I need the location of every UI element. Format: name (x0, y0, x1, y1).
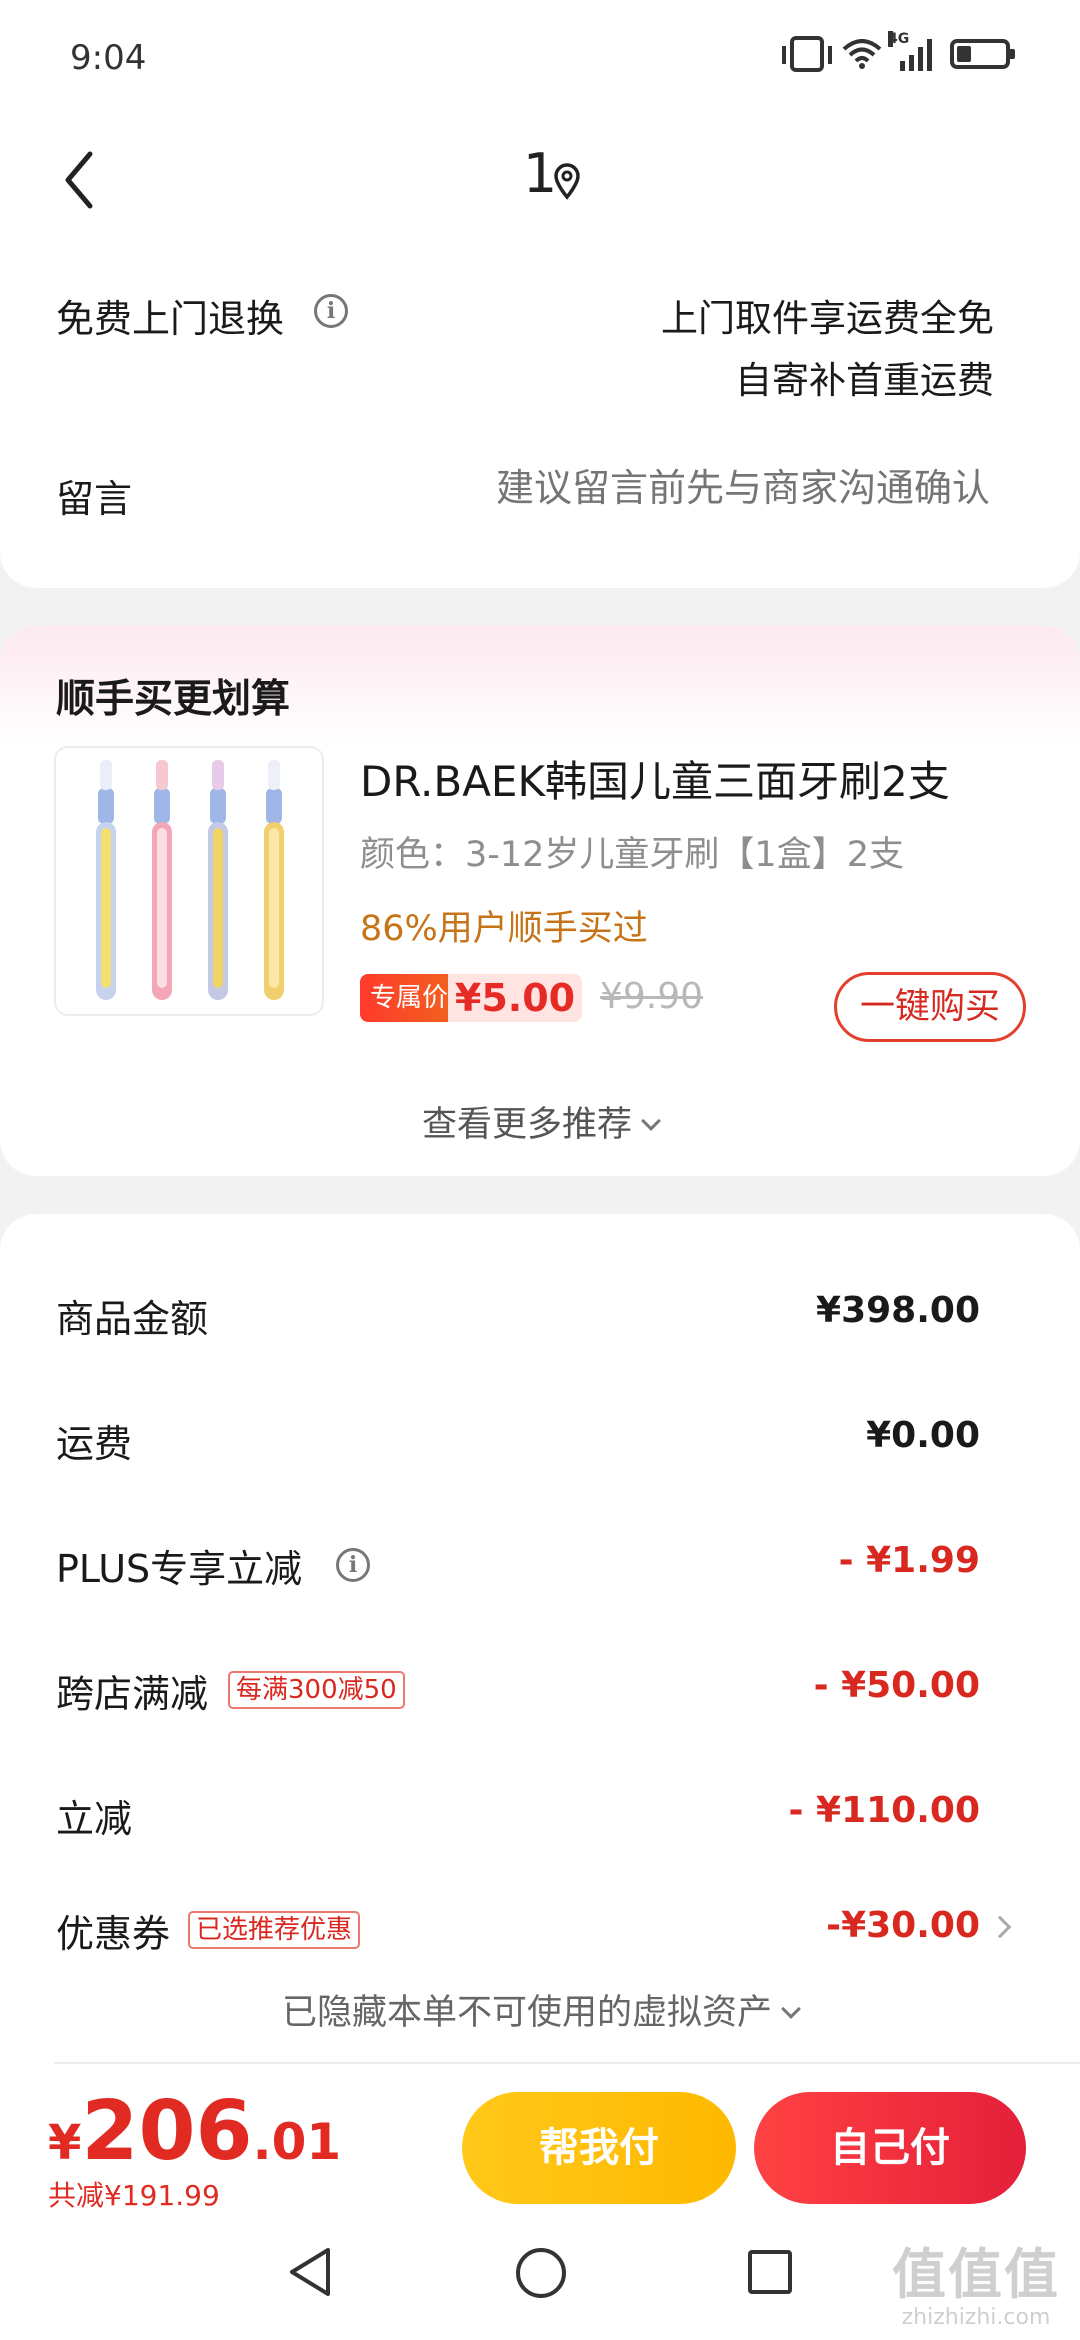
location-pin-icon (554, 163, 580, 200)
checkout-bar: ¥206.01 共减¥191.99 帮我付 自己付 (0, 2074, 1080, 2214)
fee-value: - ¥110.00 (788, 1790, 980, 1831)
toothbrush-1 (96, 760, 116, 1000)
product-spec: 颜色：3-12岁儿童牙刷【1盒】2支 (360, 835, 904, 875)
watermark: 值值值 zhizhizhi.com (892, 2230, 1060, 2330)
recommend-card: 顺手买更划算 DR.BAEK韩国儿童三面牙刷2支 颜色：3-12岁儿童牙刷【1盒… (0, 626, 1080, 1176)
more-recommend-label: 查看更多推荐 (421, 1105, 632, 1145)
divider (54, 2062, 1080, 2064)
currency-symbol: ¥ (48, 2115, 82, 2171)
price-badge: 专属价 (360, 974, 459, 1022)
hidden-assets-toggle[interactable]: 已隐藏本单不可使用的虚拟资产 (0, 1984, 1080, 2035)
toothbrush-2 (152, 760, 172, 1000)
service-card: 免费上门退换 i 上门取件享运费全免 自寄补首重运费 留言 (0, 240, 1080, 588)
fee-row-coupon[interactable]: 优惠券 已选推荐优惠 -¥30.00 (56, 1903, 1012, 1963)
total-saved: 共减¥191.99 (48, 2179, 220, 2212)
free-return-detail: 上门取件享运费全免 自寄补首重运费 (661, 288, 994, 412)
toothbrush-3 (208, 760, 228, 1000)
status-time: 9:04 (70, 38, 147, 78)
coupon-tag: 已选推荐优惠 (188, 1911, 361, 1949)
nav-recent-apps-icon[interactable] (748, 2250, 792, 2294)
page-title: 1 (522, 142, 558, 205)
toothbrush-image (96, 760, 284, 1000)
total-price: ¥206.01 (48, 2084, 341, 2179)
one-click-buy-button[interactable]: 一键购买 (834, 972, 1026, 1042)
info-icon[interactable]: i (336, 1548, 370, 1582)
total-decimal: .01 (252, 2113, 342, 2171)
battery-icon (950, 39, 1015, 69)
message-input[interactable] (370, 468, 990, 511)
free-return-label: 免费上门退换 (56, 297, 285, 341)
total-integer: 206 (81, 2084, 253, 2179)
status-bar: 9:04 4G (0, 0, 1080, 120)
chevron-down-icon (641, 1111, 661, 1131)
fee-label: 优惠券 (56, 1912, 171, 1956)
status-icons: 4G (782, 31, 1015, 72)
fee-row-instant: 立减 - ¥110.00 (56, 1788, 980, 1848)
info-icon[interactable]: i (314, 294, 348, 328)
self-pay-button[interactable]: 自己付 (754, 2092, 1026, 2204)
chevron-down-icon (781, 1999, 801, 2019)
hidden-assets-label: 已隐藏本单不可使用的虚拟资产 (281, 1993, 772, 2033)
fee-value: ¥0.00 (866, 1415, 980, 1456)
network-type: 4G (888, 31, 910, 47)
chevron-right-icon (988, 1915, 1012, 1939)
fee-value: - ¥50.00 (813, 1665, 980, 1706)
signal-icon: 4G (888, 31, 932, 71)
free-return-line2: 自寄补首重运费 (735, 359, 994, 402)
product-name[interactable]: DR.BAEK韩国儿童三面牙刷2支 (360, 748, 950, 809)
free-return-line1: 上门取件享运费全免 (661, 297, 994, 340)
fee-label: PLUS专享立减 (56, 1547, 303, 1591)
fee-row-cross-store: 跨店满减 每满300减50 - ¥50.00 (56, 1663, 980, 1723)
discount-tag: 每满300减50 (228, 1671, 405, 1709)
nav-back-icon[interactable] (286, 2244, 334, 2300)
product-price: ¥5.00 (448, 974, 582, 1022)
fee-label: 运费 (56, 1422, 133, 1466)
more-recommend-link[interactable]: 查看更多推荐 (0, 1096, 1080, 1147)
system-nav-bar: 值值值 zhizhizhi.com (0, 2214, 1080, 2340)
watermark-url: zhizhizhi.com (901, 2305, 1051, 2330)
fee-value: -¥30.00 (826, 1905, 980, 1946)
fee-row-shipping: 运费 ¥0.00 (56, 1413, 980, 1473)
watermark-logo: 值值值 (892, 2243, 1060, 2306)
product-image[interactable] (54, 746, 324, 1016)
fee-row-plus: PLUS专享立减 i - ¥1.99 (56, 1538, 980, 1598)
recommend-title: 顺手买更划算 (56, 677, 291, 722)
nav-home-icon[interactable] (516, 2248, 566, 2298)
wifi-icon (842, 39, 882, 69)
fee-value: ¥398.00 (816, 1290, 980, 1331)
fee-card: 商品金额 ¥398.00 运费 ¥0.00 PLUS专享立减 i - ¥1.99… (0, 1214, 1080, 2074)
fee-label: 商品金额 (56, 1297, 209, 1341)
fee-label: 跨店满减 (56, 1672, 209, 1716)
vibrate-icon (782, 36, 832, 72)
toothbrush-4 (264, 760, 284, 1000)
fee-label: 立减 (56, 1797, 133, 1841)
header: 1 (0, 120, 1080, 240)
message-label: 留言 (56, 477, 133, 521)
fee-value: - ¥1.99 (838, 1540, 980, 1581)
original-price: ¥9.90 (600, 976, 704, 1017)
social-proof: 86%用户顺手买过 (360, 909, 648, 949)
fee-row-goods: 商品金额 ¥398.00 (56, 1288, 980, 1348)
help-pay-button[interactable]: 帮我付 (462, 2092, 736, 2204)
